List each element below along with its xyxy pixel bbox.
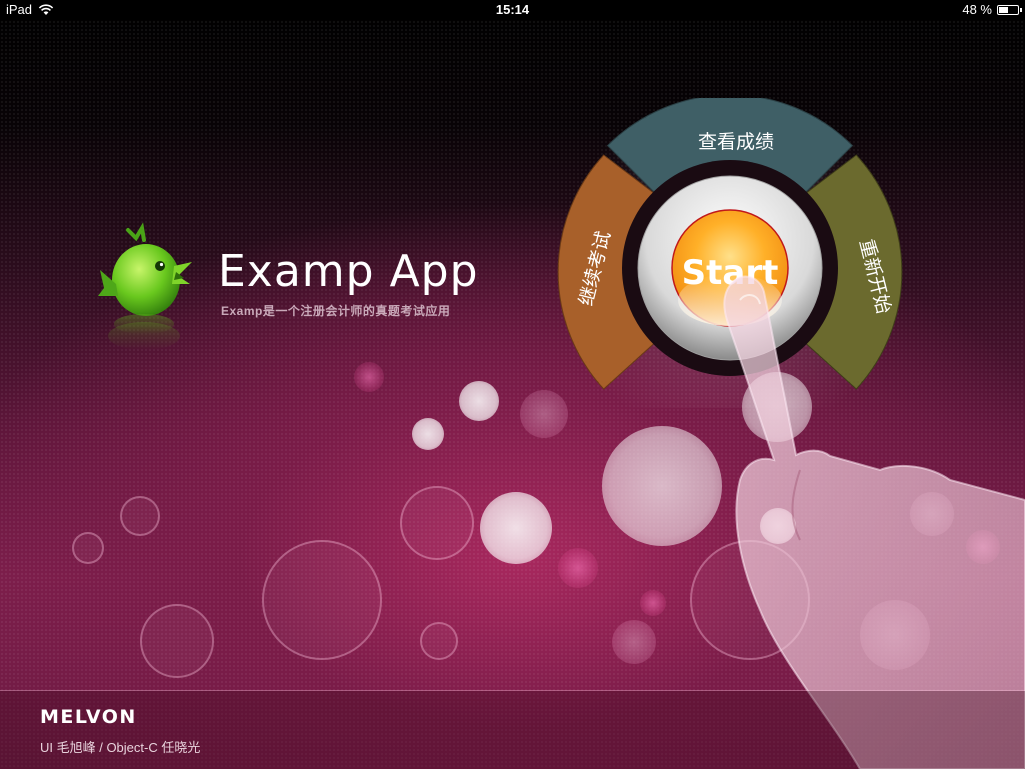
clock: 15:14 — [495, 2, 530, 17]
bokeh-circle — [459, 381, 499, 421]
green-bird-icon — [98, 222, 192, 350]
battery-level — [999, 6, 1008, 13]
battery-icon — [997, 4, 1022, 15]
brand-logo: MELVON — [40, 706, 137, 728]
bokeh-pink — [640, 590, 666, 616]
app-title: Examp App — [218, 246, 479, 297]
credits: UI 毛旭峰 / Object-C 任晓光 — [40, 740, 201, 755]
bokeh-ring — [420, 622, 458, 660]
bokeh-ring — [690, 540, 810, 660]
bokeh-circle — [412, 418, 444, 450]
bokeh-ring — [262, 540, 382, 660]
bokeh-soft — [612, 620, 656, 664]
battery-percent: 48 % — [962, 2, 992, 17]
main-menu-wheel: Start 查看成绩 继续考试 重新开始 — [555, 98, 905, 408]
footer — [0, 691, 1025, 769]
bokeh-ring — [400, 486, 474, 560]
bokeh-pink — [558, 548, 598, 588]
status-bar: iPad 15:14 48 % — [0, 0, 1025, 20]
view-scores-label: 查看成绩 — [698, 131, 774, 153]
bokeh-pink — [354, 362, 384, 392]
bokeh-ring — [120, 496, 160, 536]
bokeh-circle — [760, 508, 796, 544]
footer-divider — [0, 690, 1025, 691]
home-screen: iPad 15:14 48 % Examp App Examp是一个注册会计师的… — [0, 0, 1025, 769]
bokeh-ring — [72, 532, 104, 564]
bokeh-circle — [480, 492, 552, 564]
bokeh-soft — [860, 600, 930, 670]
bokeh-pink — [966, 530, 1000, 564]
start-label: Start — [682, 253, 779, 293]
bokeh-ring — [140, 604, 214, 678]
app-subtitle: Examp是一个注册会计师的真题考试应用 — [221, 304, 451, 318]
bokeh-circle — [602, 426, 722, 546]
bokeh-soft — [910, 492, 954, 536]
